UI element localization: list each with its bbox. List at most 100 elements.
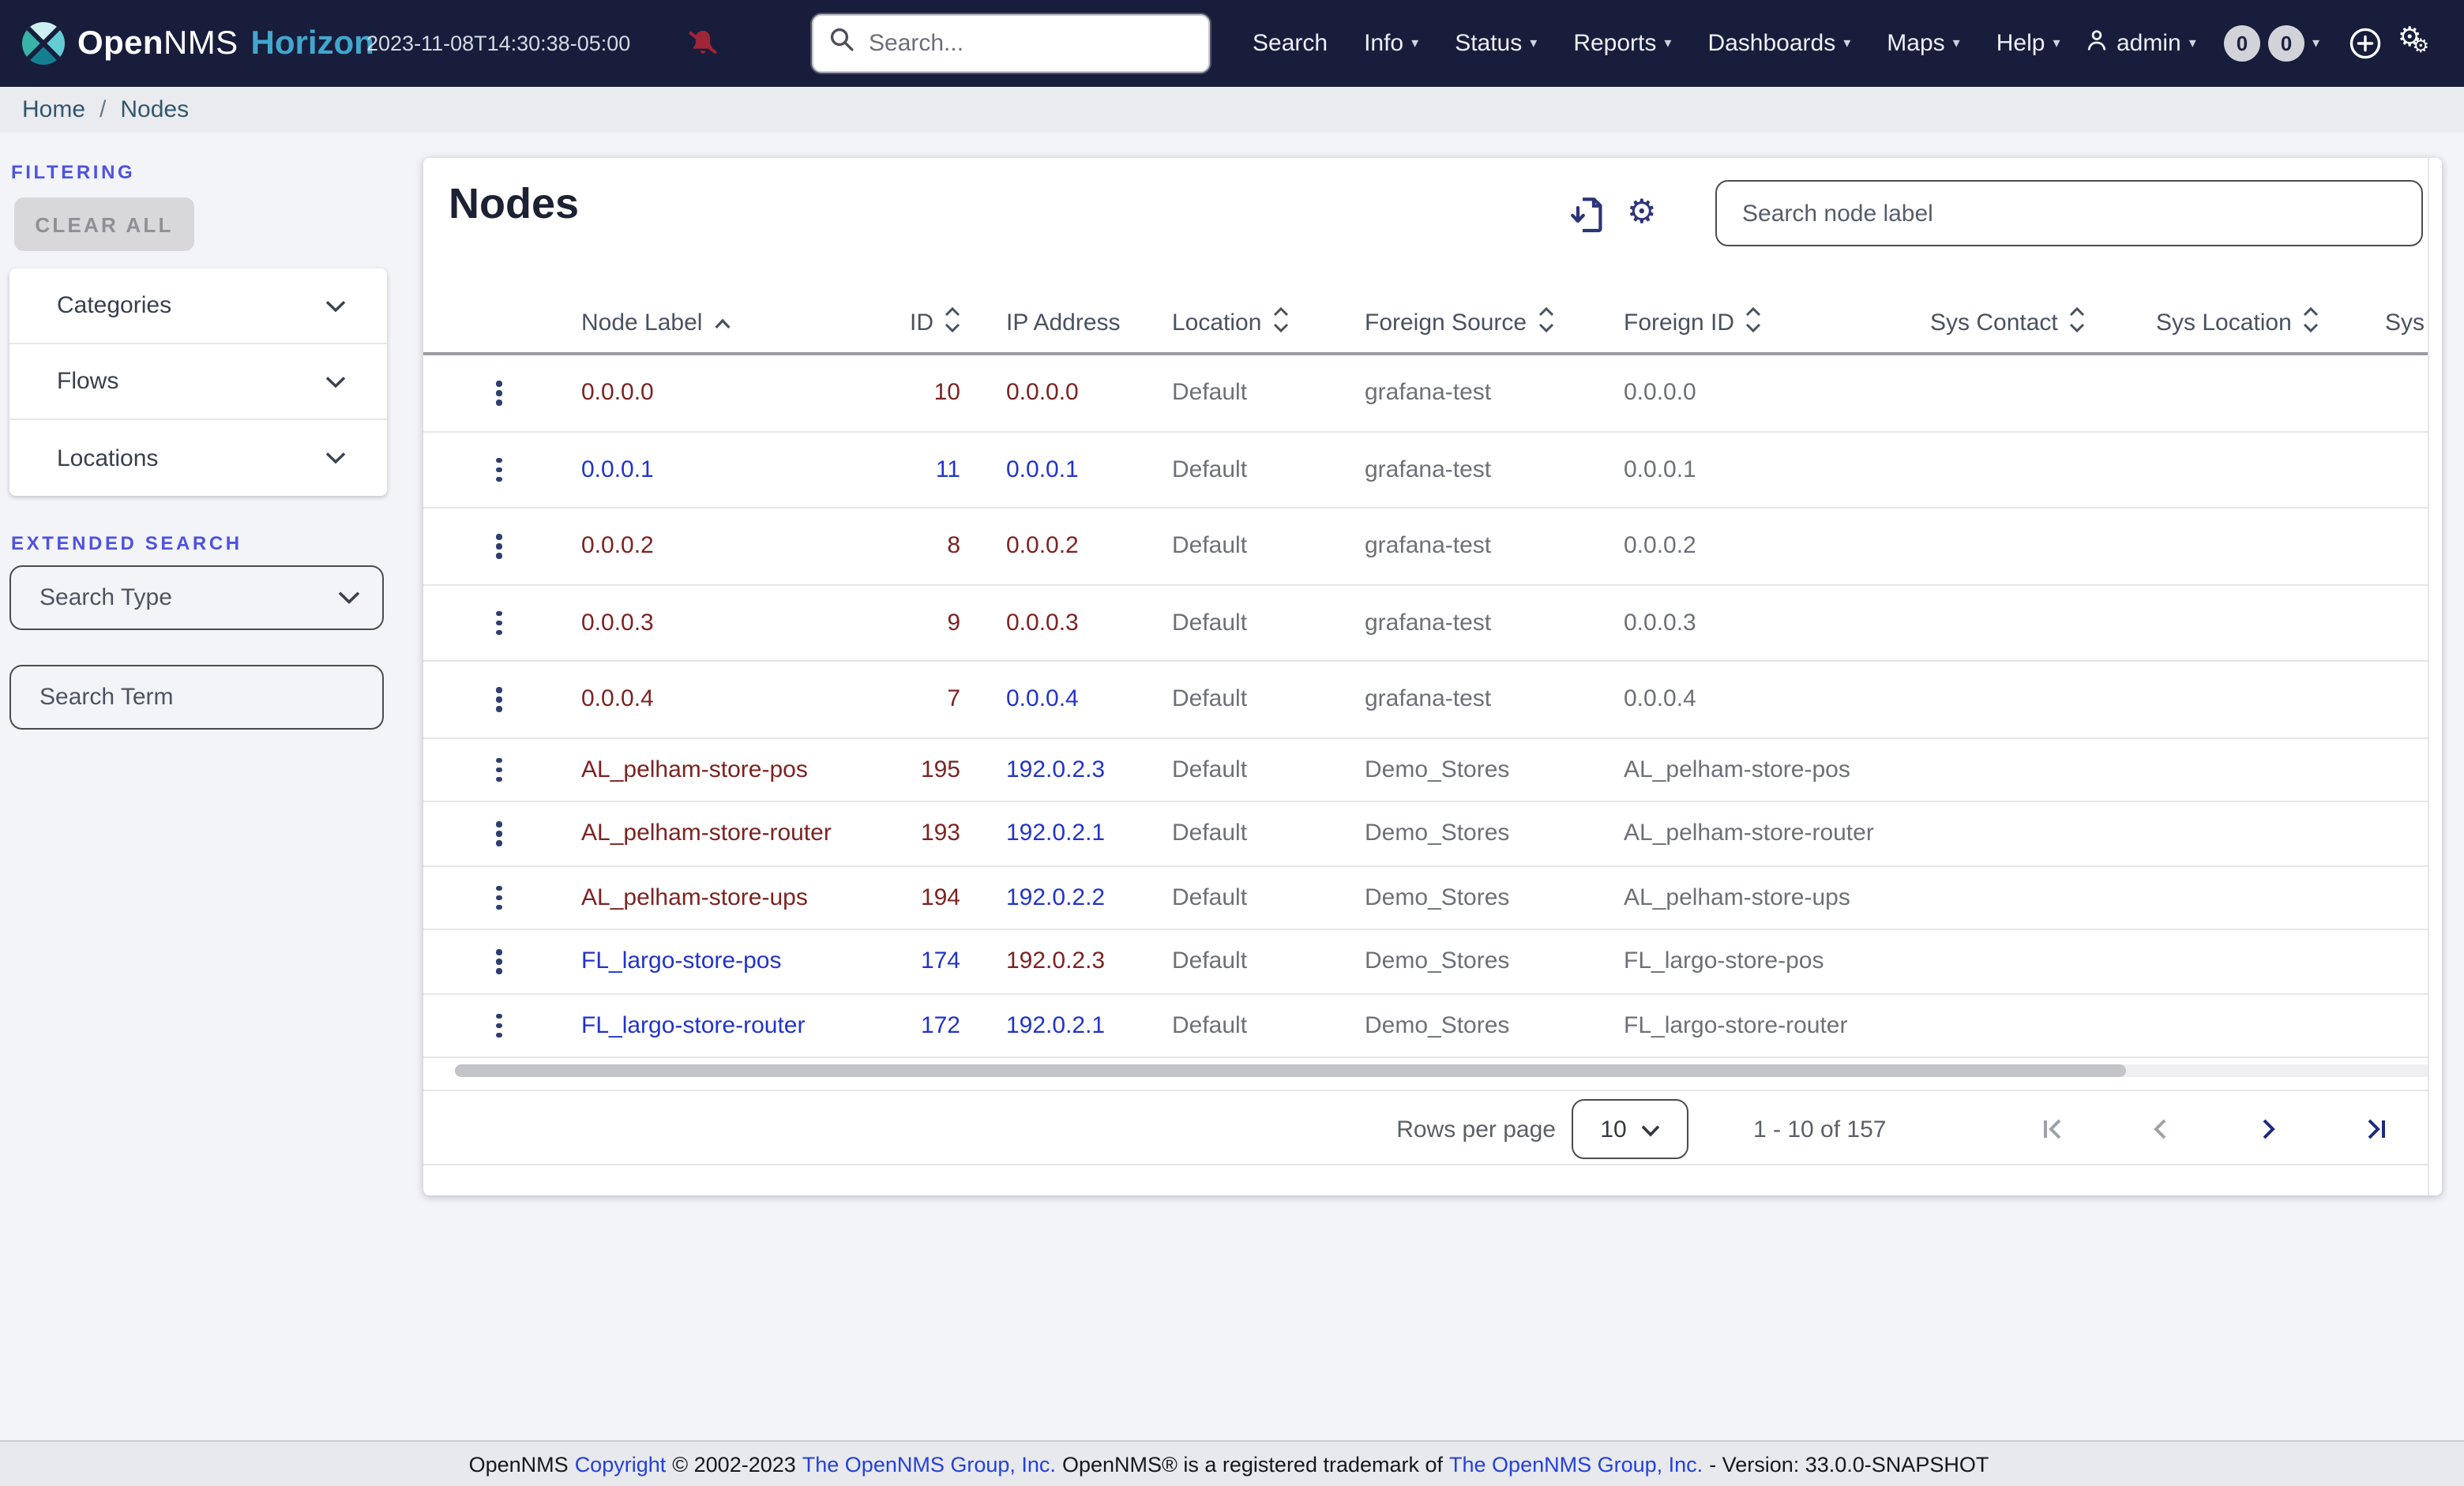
- caret-down-icon: ▾: [2053, 35, 2060, 51]
- nav-item-dashboards[interactable]: Dashboards ▾: [1707, 30, 1850, 57]
- node-id-link[interactable]: 195: [834, 738, 960, 801]
- node-foreign-source: grafana-test: [1365, 379, 1492, 407]
- node-id-link[interactable]: 194: [834, 866, 960, 929]
- first-page-button[interactable]: [2038, 1115, 2069, 1146]
- nav-item-status[interactable]: Status ▾: [1455, 30, 1537, 57]
- settings-gears-icon[interactable]: ⚙⚙: [2398, 22, 2429, 57]
- node-ip-link[interactable]: 192.0.2.1: [1006, 802, 1105, 865]
- node-id-link[interactable]: 8: [834, 508, 960, 584]
- node-id-link[interactable]: 11: [834, 432, 960, 507]
- node-ip-link[interactable]: 0.0.0.2: [1006, 508, 1079, 584]
- row-actions-kebab-icon[interactable]: [486, 662, 512, 737]
- accordion-locations[interactable]: Locations: [9, 420, 387, 496]
- node-id-link[interactable]: 172: [834, 994, 960, 1056]
- search-type-select[interactable]: Search Type: [9, 565, 384, 630]
- row-actions-kebab-icon[interactable]: [486, 508, 512, 584]
- node-label-link[interactable]: AL_pelham-store-ups: [581, 866, 808, 929]
- notifications-off-bell-icon[interactable]: [687, 27, 719, 66]
- node-ip-link[interactable]: 0.0.0.4: [1006, 662, 1079, 737]
- node-ip-link[interactable]: 0.0.0.3: [1006, 585, 1079, 660]
- nav-item-admin[interactable]: admin ▾: [2085, 0, 2196, 87]
- search-term-input[interactable]: [39, 684, 324, 711]
- node-id-link[interactable]: 174: [834, 930, 960, 993]
- notification-badges[interactable]: 0 0 ▾: [2224, 0, 2319, 87]
- footer-copyright-link[interactable]: Copyright: [575, 1452, 667, 1476]
- table-row: 0.0.0.1 11 0.0.0.1 Default grafana-test …: [423, 432, 2442, 508]
- last-page-button[interactable]: [2360, 1115, 2391, 1146]
- breadcrumb-home-link[interactable]: Home: [22, 96, 85, 123]
- node-ip-link[interactable]: 0.0.0.1: [1006, 432, 1079, 507]
- nav-item-help[interactable]: Help ▾: [1996, 30, 2060, 57]
- node-foreign-id: AL_pelham-store-router: [1624, 820, 1874, 847]
- table-row: 0.0.0.4 7 0.0.0.4 Default grafana-test 0…: [423, 662, 2442, 738]
- node-foreign-source: grafana-test: [1365, 609, 1492, 636]
- column-header-location[interactable]: Location: [1172, 294, 1288, 352]
- global-search-input[interactable]: [869, 30, 1169, 57]
- row-actions-kebab-icon[interactable]: [486, 432, 512, 507]
- node-ip-link[interactable]: 192.0.2.1: [1006, 994, 1105, 1056]
- column-header-sys-contact[interactable]: Sys Contact: [1930, 294, 2085, 352]
- row-actions-kebab-icon[interactable]: [486, 930, 512, 993]
- add-circle-icon[interactable]: [2349, 27, 2382, 68]
- node-foreign-id: 0.0.0.2: [1624, 532, 1696, 560]
- column-header-foreign-id[interactable]: Foreign ID: [1624, 294, 1761, 352]
- nav-item-search[interactable]: Search: [1253, 30, 1328, 57]
- node-label-link[interactable]: 0.0.0.2: [581, 508, 654, 584]
- next-page-button[interactable]: [2252, 1115, 2284, 1146]
- node-label-link[interactable]: FL_largo-store-pos: [581, 930, 781, 993]
- previous-page-button[interactable]: [2145, 1115, 2177, 1146]
- vertical-scrollbar[interactable]: [2428, 158, 2442, 1195]
- node-ip-link[interactable]: 192.0.2.2: [1006, 866, 1105, 929]
- brand[interactable]: OpenNMS Horizon: [22, 0, 374, 87]
- sort-both-icon: [945, 306, 960, 340]
- node-ip-link[interactable]: 192.0.2.3: [1006, 930, 1105, 993]
- footer-group-link[interactable]: The OpenNMS Group, Inc.: [802, 1452, 1056, 1476]
- node-label-link[interactable]: AL_pelham-store-router: [581, 802, 832, 865]
- column-header-ip-address[interactable]: IP Address: [1006, 294, 1121, 352]
- footer-group-link-2[interactable]: The OpenNMS Group, Inc.: [1449, 1452, 1703, 1476]
- column-header-node-label[interactable]: Node Label: [581, 294, 731, 352]
- accordion-categories[interactable]: Categories: [9, 268, 387, 344]
- horizontal-scrollbar[interactable]: [455, 1064, 2432, 1077]
- column-header-foreign-source[interactable]: Foreign Source: [1365, 294, 1553, 352]
- table-settings-gear-icon[interactable]: ⚙: [1627, 196, 1657, 229]
- node-id-link[interactable]: 10: [834, 355, 960, 430]
- node-label-link[interactable]: AL_pelham-store-pos: [581, 738, 808, 801]
- clear-all-button[interactable]: CLEAR ALL: [14, 197, 194, 251]
- node-label-link[interactable]: 0.0.0.1: [581, 432, 654, 507]
- notification-count-badge[interactable]: 0: [2268, 25, 2304, 62]
- nav-item-maps[interactable]: Maps ▾: [1887, 30, 1959, 57]
- node-foreign-source: grafana-test: [1365, 532, 1492, 560]
- accordion-flows[interactable]: Flows: [9, 344, 387, 420]
- node-foreign-id: 0.0.0.4: [1624, 685, 1696, 713]
- node-id-link[interactable]: 7: [834, 662, 960, 737]
- rows-per-page-select[interactable]: 10: [1572, 1099, 1688, 1159]
- breadcrumb-nodes-link[interactable]: Nodes: [120, 96, 189, 123]
- brand-name: OpenNMS: [77, 24, 239, 61]
- nav-item-info[interactable]: Info ▾: [1364, 30, 1418, 57]
- node-label-link[interactable]: 0.0.0.0: [581, 355, 654, 430]
- column-header-id[interactable]: ID: [834, 294, 960, 352]
- node-label-search-input[interactable]: [1715, 180, 2423, 246]
- node-location: Default: [1172, 756, 1248, 783]
- row-actions-kebab-icon[interactable]: [486, 738, 512, 801]
- row-actions-kebab-icon[interactable]: [486, 994, 512, 1056]
- notification-count-badge[interactable]: 0: [2224, 25, 2260, 62]
- export-download-icon[interactable]: [1570, 196, 1605, 238]
- node-label-link[interactable]: 0.0.0.3: [581, 585, 654, 660]
- row-actions-kebab-icon[interactable]: [486, 585, 512, 660]
- column-header-sys-location[interactable]: Sys Location: [2156, 294, 2319, 352]
- node-location: Default: [1172, 884, 1248, 911]
- node-label-link[interactable]: 0.0.0.4: [581, 662, 654, 737]
- table-row: FL_largo-store-router 172 192.0.2.1 Defa…: [423, 994, 2442, 1058]
- row-actions-kebab-icon[interactable]: [486, 355, 512, 430]
- node-id-link[interactable]: 9: [834, 585, 960, 660]
- node-label-link[interactable]: FL_largo-store-router: [581, 994, 805, 1056]
- node-id-link[interactable]: 193: [834, 802, 960, 865]
- horizontal-scrollbar-thumb[interactable]: [455, 1064, 2126, 1077]
- row-actions-kebab-icon[interactable]: [486, 802, 512, 865]
- nav-item-reports[interactable]: Reports ▾: [1573, 30, 1671, 57]
- row-actions-kebab-icon[interactable]: [486, 866, 512, 929]
- node-ip-link[interactable]: 0.0.0.0: [1006, 355, 1079, 430]
- node-ip-link[interactable]: 192.0.2.3: [1006, 738, 1105, 801]
